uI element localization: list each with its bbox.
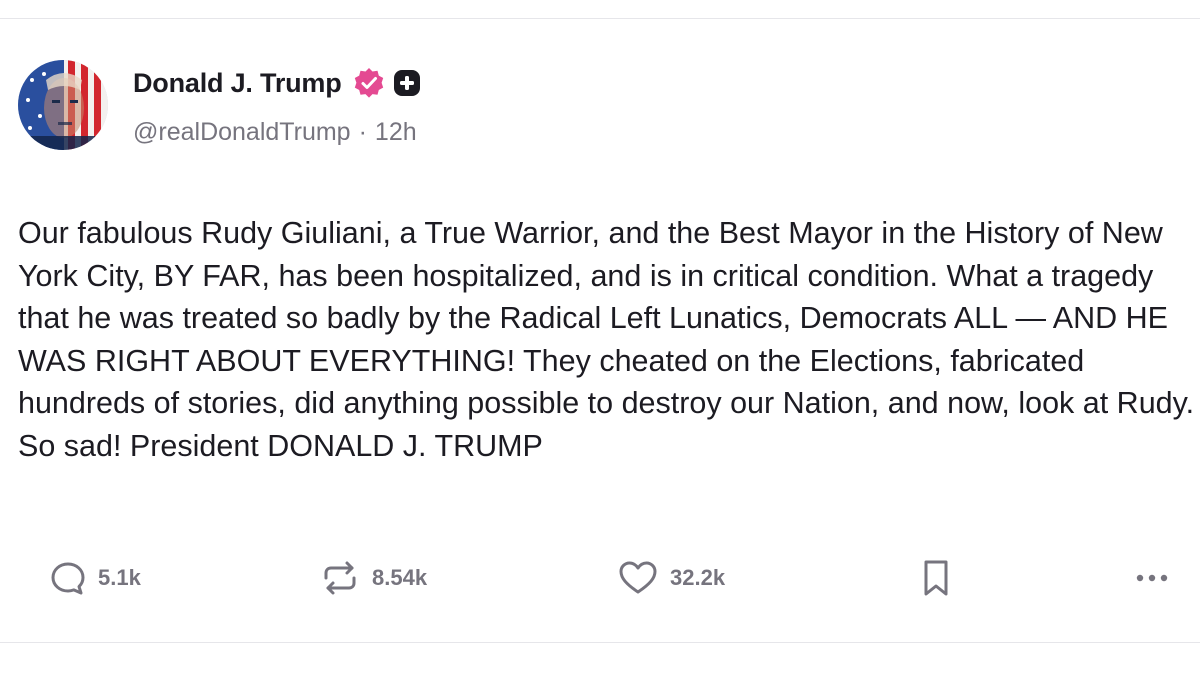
more-options-button[interactable] (1130, 552, 1174, 604)
reply-button[interactable]: 5.1k (48, 552, 141, 604)
bottom-divider (0, 642, 1200, 643)
repost-icon (318, 556, 362, 600)
bookmark-icon (918, 556, 954, 600)
post-timestamp[interactable]: 12h (375, 118, 417, 147)
plus-badge-icon (392, 68, 422, 98)
reply-count: 5.1k (98, 565, 141, 590)
avatar-image (18, 60, 108, 150)
author-display-name[interactable]: Donald J. Trump (133, 68, 342, 99)
post-meta: @realDonaldTrump · 12h (133, 118, 417, 147)
repost-count: 8.54k (372, 565, 428, 590)
meta-separator: · (358, 118, 367, 146)
author-handle[interactable]: @realDonaldTrump (133, 118, 351, 147)
like-count: 32.2k (670, 565, 726, 590)
reply-icon (48, 558, 88, 598)
repost-button[interactable]: 8.54k (318, 552, 427, 604)
post-text: Our fabulous Rudy Giuliani, a True Warri… (18, 216, 1195, 463)
author-name-row: Donald J. Trump (133, 64, 422, 102)
top-divider (0, 18, 1200, 19)
heart-icon (616, 556, 660, 600)
like-button[interactable]: 32.2k (616, 552, 725, 604)
bookmark-button[interactable] (918, 552, 954, 604)
more-icon (1130, 556, 1174, 600)
verified-badge-icon (352, 66, 386, 100)
post-actions: 5.1k 8.54k 32.2k (0, 552, 1200, 604)
author-avatar[interactable] (18, 60, 108, 150)
